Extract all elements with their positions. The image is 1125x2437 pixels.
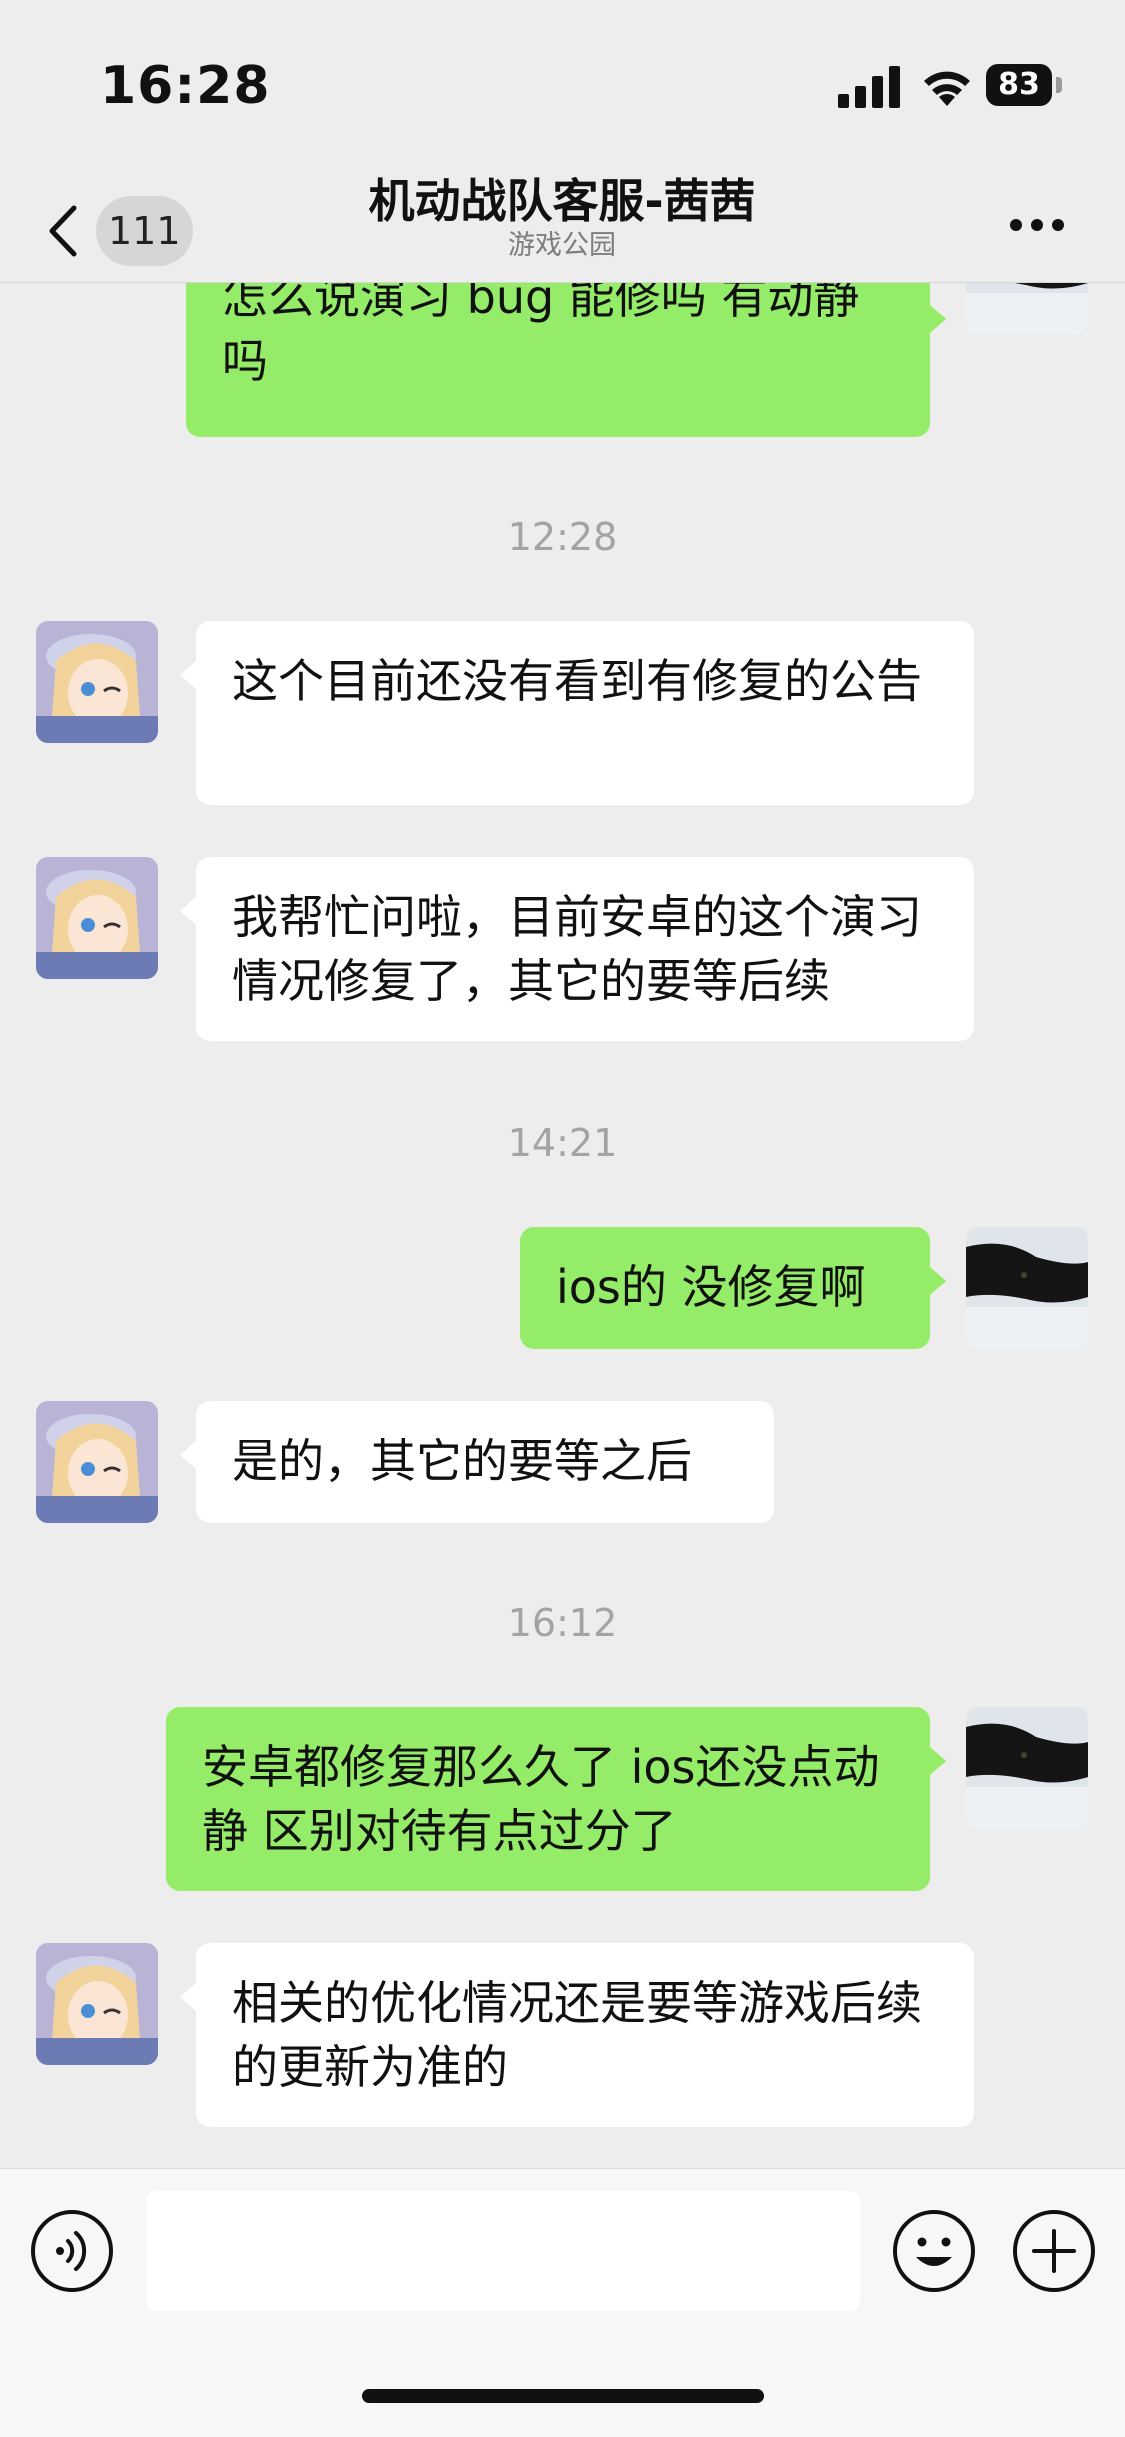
status-time: 16:28 xyxy=(100,56,271,116)
voice-icon[interactable] xyxy=(30,2209,114,2293)
message-input[interactable] xyxy=(146,2191,860,2311)
chat-title-area[interactable]: 机动战队客服-茜茜 游戏公园 xyxy=(262,170,862,282)
message-bubble-incoming[interactable]: 是的，其它的要等之后 xyxy=(196,1401,774,1523)
message-bubble-incoming[interactable]: 我帮忙问啦，目前安卓的这个演习情况修复了，其它的要等后续 xyxy=(196,857,974,1041)
avatar-agent[interactable] xyxy=(36,1943,158,2065)
message-bubble-outgoing[interactable]: 安卓都修复那么久了 ios还没点动静 区别对待有点过分了 xyxy=(166,1707,930,1891)
message-bubble-incoming[interactable]: 相关的优化情况还是要等游戏后续的更新为准的 xyxy=(196,1943,974,2127)
status-bar: 16:28 83 xyxy=(0,0,1125,170)
emoji-icon[interactable] xyxy=(892,2209,976,2293)
anime-girl-avatar-icon xyxy=(36,1943,158,2065)
message-bubble-outgoing[interactable]: ios的 没修复啊 xyxy=(520,1227,930,1349)
home-indicator xyxy=(362,2389,764,2403)
anime-girl-avatar-icon xyxy=(36,857,158,979)
battery-icon: 83 xyxy=(986,64,1066,108)
anime-girl-avatar-icon xyxy=(36,621,158,743)
message-bubble-outgoing[interactable]: 怎么说演习 bug 能修吗 有动静吗 xyxy=(186,283,930,437)
chat-header: 111 机动战队客服-茜茜 游戏公园 xyxy=(0,170,1125,283)
timestamp: 16:12 xyxy=(507,1601,618,1645)
chat-title: 机动战队客服-茜茜 xyxy=(368,174,756,228)
message-bubble-incoming[interactable]: 这个目前还没有看到有修复的公告 xyxy=(196,621,974,805)
avatar-self[interactable] xyxy=(966,1227,1088,1349)
plus-icon[interactable] xyxy=(1012,2209,1096,2293)
timestamp: 12:28 xyxy=(507,515,618,559)
black-cat-avatar-icon xyxy=(966,1227,1088,1349)
cellular-signal-icon xyxy=(838,66,900,108)
avatar-agent[interactable] xyxy=(36,621,158,743)
battery-level: 83 xyxy=(998,67,1040,102)
black-cat-avatar-icon xyxy=(966,283,1088,335)
more-dots-icon xyxy=(1010,219,1022,231)
back-button[interactable]: 111 xyxy=(44,184,204,266)
timestamp: 14:21 xyxy=(507,1121,618,1165)
anime-girl-avatar-icon xyxy=(36,1401,158,1523)
avatar-self[interactable] xyxy=(966,283,1088,335)
message-list[interactable]: 怎么说演习 bug 能修吗 有动静吗 12:28 这个目前还没有看到有修复的公告 xyxy=(0,283,1125,2168)
unread-count-badge: 111 xyxy=(96,196,193,266)
avatar-self[interactable] xyxy=(966,1707,1088,1829)
avatar-agent[interactable] xyxy=(36,857,158,979)
chevron-left-icon xyxy=(49,205,77,257)
input-bar xyxy=(0,2168,1125,2437)
avatar-agent[interactable] xyxy=(36,1401,158,1523)
black-cat-avatar-icon xyxy=(966,1707,1088,1829)
more-button[interactable] xyxy=(1002,200,1072,250)
chat-subtitle: 游戏公园 xyxy=(508,230,616,261)
wifi-icon xyxy=(924,71,970,106)
